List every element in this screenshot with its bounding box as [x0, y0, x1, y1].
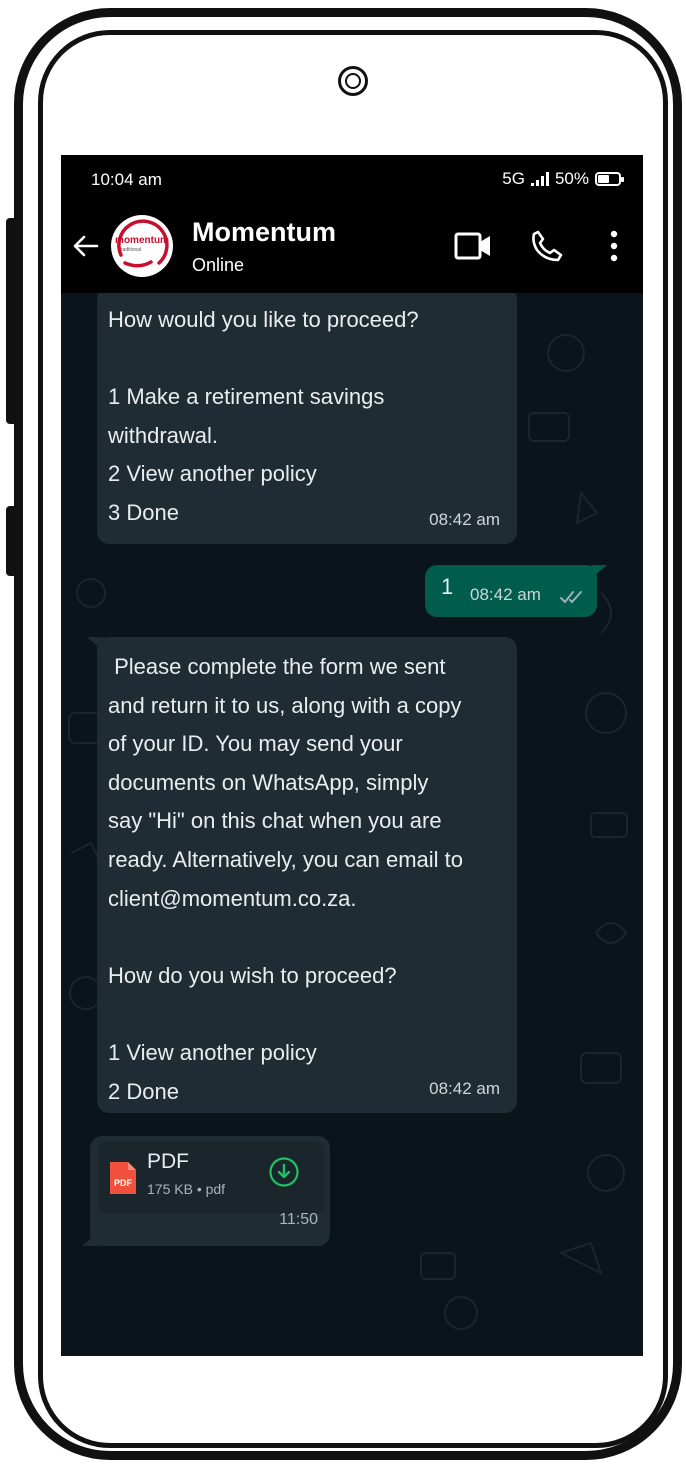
battery-icon: [595, 172, 624, 186]
front-camera: [338, 66, 368, 96]
message-time: 08:42 am: [470, 585, 541, 604]
message-text: Please complete the form we sent and ret…: [108, 654, 464, 1104]
chat-area[interactable]: How would you like to proceed? 1 Make a …: [61, 293, 643, 1356]
chat-header: momentum Traditional Momentum Online: [61, 203, 643, 293]
contact-status: Online: [192, 255, 245, 275]
avatar-sub-text: Traditional: [118, 247, 142, 253]
pdf-icon-label: PDF: [114, 1178, 132, 1188]
more-options-icon[interactable]: [605, 228, 623, 264]
bubble-tail: [87, 637, 103, 651]
contact-name[interactable]: Momentum: [192, 217, 336, 248]
phone-side-button-upper: [6, 218, 18, 424]
status-bar: 10:04 am 5G 50%: [61, 155, 643, 203]
contact-avatar[interactable]: momentum Traditional: [111, 215, 173, 277]
pdf-file-meta: 175 KB • pdf: [147, 1181, 226, 1197]
bubble-tail: [82, 1232, 98, 1246]
outgoing-message-bubble[interactable]: 1 08:42 am: [425, 565, 607, 617]
incoming-message-bubble[interactable]: Please complete the form we sent and ret…: [87, 637, 517, 1113]
back-arrow-icon[interactable]: [71, 231, 101, 261]
message-text: 1: [441, 574, 454, 599]
message-time: 08:42 am: [429, 510, 500, 530]
phone-screen: 10:04 am 5G 50% momentum Traditional Mom…: [61, 155, 643, 1356]
phone-side-button-lower: [6, 506, 18, 576]
message-time: 11:50: [279, 1211, 318, 1229]
message-time: 08:42 am: [429, 1079, 500, 1099]
pdf-attachment-bubble[interactable]: PDF PDF 175 KB • pdf 11:50: [82, 1136, 330, 1246]
video-call-icon[interactable]: [453, 228, 493, 264]
pdf-file-name: PDF: [147, 1150, 189, 1173]
message-text: How would you like to proceed? 1 Make a …: [108, 307, 419, 525]
battery-percent: 50%: [554, 169, 589, 188]
network-type: 5G: [502, 169, 525, 188]
voice-call-icon[interactable]: [529, 228, 565, 264]
read-receipt-double-check-icon: [560, 591, 582, 603]
signal-icon: [530, 172, 549, 186]
avatar-brand-text: momentum: [115, 235, 169, 246]
status-indicators: 5G 50%: [502, 169, 624, 189]
bubble-tail: [591, 565, 607, 579]
incoming-message-bubble[interactable]: How would you like to proceed? 1 Make a …: [97, 293, 517, 544]
avatar-logo-ring-icon: [117, 219, 169, 268]
download-icon[interactable]: [268, 1156, 300, 1188]
status-time: 10:04 am: [91, 170, 162, 189]
